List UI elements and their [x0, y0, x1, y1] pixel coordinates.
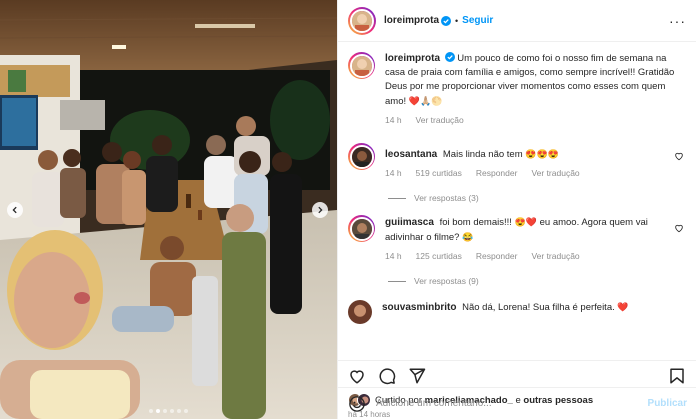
- post-details-panel: loreimprota • Seguir ··· loreimprota Um …: [337, 0, 696, 419]
- comment-likes-count[interactable]: 125 curtidas: [416, 249, 462, 263]
- comment-text: foi bom demais!!!: [439, 217, 512, 228]
- post-actions-bar: [338, 360, 696, 390]
- emoji-icon[interactable]: [348, 395, 366, 413]
- share-icon[interactable]: [408, 367, 426, 385]
- chevron-left-icon: [12, 206, 17, 214]
- caption-meta: 14 h Ver tradução: [385, 113, 686, 127]
- commenter-avatar-ring[interactable]: [348, 143, 375, 170]
- comment-body: souvasminbrito Não dá, Lorena! Sua filha…: [382, 300, 686, 315]
- commenter-avatar[interactable]: [348, 300, 372, 324]
- replies-line: [388, 280, 406, 282]
- comment-input[interactable]: Adicione um comentário...: [376, 398, 648, 409]
- author-username[interactable]: loreimprota: [384, 15, 439, 26]
- view-replies-button[interactable]: Ver respostas (3): [388, 193, 686, 203]
- more-options-button[interactable]: ···: [669, 13, 686, 29]
- post-header: loreimprota • Seguir ···: [338, 0, 696, 42]
- group-photo-image: [0, 0, 337, 419]
- heart-icon[interactable]: [348, 367, 366, 385]
- author-story-ring[interactable]: [348, 6, 376, 35]
- commenter-avatar: [349, 216, 374, 241]
- carousel-dot: [177, 409, 181, 413]
- caption-translate-link[interactable]: Ver tradução: [416, 113, 464, 127]
- commenter-username[interactable]: guiimasca: [385, 217, 434, 228]
- comment-text: Mais linda não tem: [442, 149, 523, 160]
- publish-button[interactable]: Publicar: [648, 398, 687, 409]
- instagram-post-window: loreimprota • Seguir ··· loreimprota Um …: [0, 0, 696, 419]
- comment-time: 14 h: [385, 251, 402, 261]
- post-photo[interactable]: [0, 0, 337, 419]
- commenter-avatar-ring[interactable]: [348, 215, 375, 242]
- comment-meta: 14 h 125 curtidas Responder Ver tradução: [385, 249, 686, 263]
- comment-meta: 14 h 519 curtidas Responder Ver tradução: [385, 166, 686, 180]
- author-name[interactable]: loreimprota: [384, 15, 439, 26]
- header-separator: •: [455, 15, 459, 26]
- comment-emojis: ❤️: [617, 302, 629, 312]
- caption-author-avatar: [349, 53, 374, 78]
- comment-text: Não dá, Lorena! Sua filha é perfeita.: [462, 302, 615, 313]
- carousel-next-button[interactable]: [312, 202, 328, 218]
- caption-time: 14 h: [385, 115, 402, 125]
- comment-emojis: 😍❤️: [514, 217, 537, 227]
- comment-item: souvasminbrito Não dá, Lorena! Sua filha…: [348, 300, 686, 324]
- carousel-dot: [156, 409, 160, 413]
- comment-translate-link[interactable]: Ver tradução: [531, 249, 579, 263]
- carousel-indicator: [0, 409, 337, 413]
- verified-icon: [444, 52, 455, 62]
- carousel-dot: [149, 409, 153, 413]
- comment-icon[interactable]: [378, 367, 396, 385]
- verified-icon: [441, 15, 452, 26]
- post-caption: loreimprota Um pouco de como foi o nosso…: [348, 52, 686, 127]
- view-replies-label: Ver respostas (9): [414, 276, 479, 286]
- view-replies-label: Ver respostas (3): [414, 193, 479, 203]
- commenter-username[interactable]: souvasminbrito: [382, 302, 456, 313]
- comment-reply-button[interactable]: Responder: [476, 166, 518, 180]
- comment-item: leosantana Mais linda não tem 😍😍😍 14 h 5…: [348, 143, 686, 180]
- caption-avatar-ring[interactable]: [348, 52, 375, 79]
- carousel-dot: [163, 409, 167, 413]
- comment-like-icon[interactable]: [674, 151, 684, 161]
- carousel-previous-button[interactable]: [7, 202, 23, 218]
- author-avatar: [350, 8, 374, 33]
- comment-time: 14 h: [385, 168, 402, 178]
- carousel-dot: [170, 409, 174, 413]
- comment-reply-button[interactable]: Responder: [476, 249, 518, 263]
- view-replies-button[interactable]: Ver respostas (9): [388, 276, 686, 286]
- commenter-avatar: [349, 144, 374, 169]
- add-comment-bar: Adicione um comentário... Publicar: [338, 387, 696, 419]
- chevron-right-icon: [318, 206, 323, 214]
- save-icon[interactable]: [668, 367, 686, 385]
- carousel-dot: [184, 409, 188, 413]
- comment-like-icon[interactable]: [674, 223, 684, 233]
- comment-body: leosantana Mais linda não tem 😍😍😍 14 h 5…: [385, 143, 686, 180]
- comment-item: guiimasca foi bom demais!!! 😍❤️ eu amoo.…: [348, 215, 686, 263]
- comment-translate-link[interactable]: Ver tradução: [531, 166, 579, 180]
- commenter-username[interactable]: leosantana: [385, 149, 437, 160]
- comment-likes-count[interactable]: 519 curtidas: [416, 166, 462, 180]
- comments-list[interactable]: loreimprota Um pouco de como foi o nosso…: [338, 42, 696, 360]
- caption-author-name[interactable]: loreimprota: [385, 53, 440, 64]
- caption-body: loreimprota Um pouco de como foi o nosso…: [385, 52, 686, 127]
- caption-emojis: ❤️🙏🏼🌕: [408, 96, 443, 106]
- replies-line: [388, 197, 406, 199]
- comment-emojis-end: 😂: [462, 232, 474, 242]
- comment-emojis: 😍😍😍: [525, 149, 559, 159]
- comment-body: guiimasca foi bom demais!!! 😍❤️ eu amoo.…: [385, 215, 686, 263]
- follow-button[interactable]: Seguir: [462, 15, 493, 26]
